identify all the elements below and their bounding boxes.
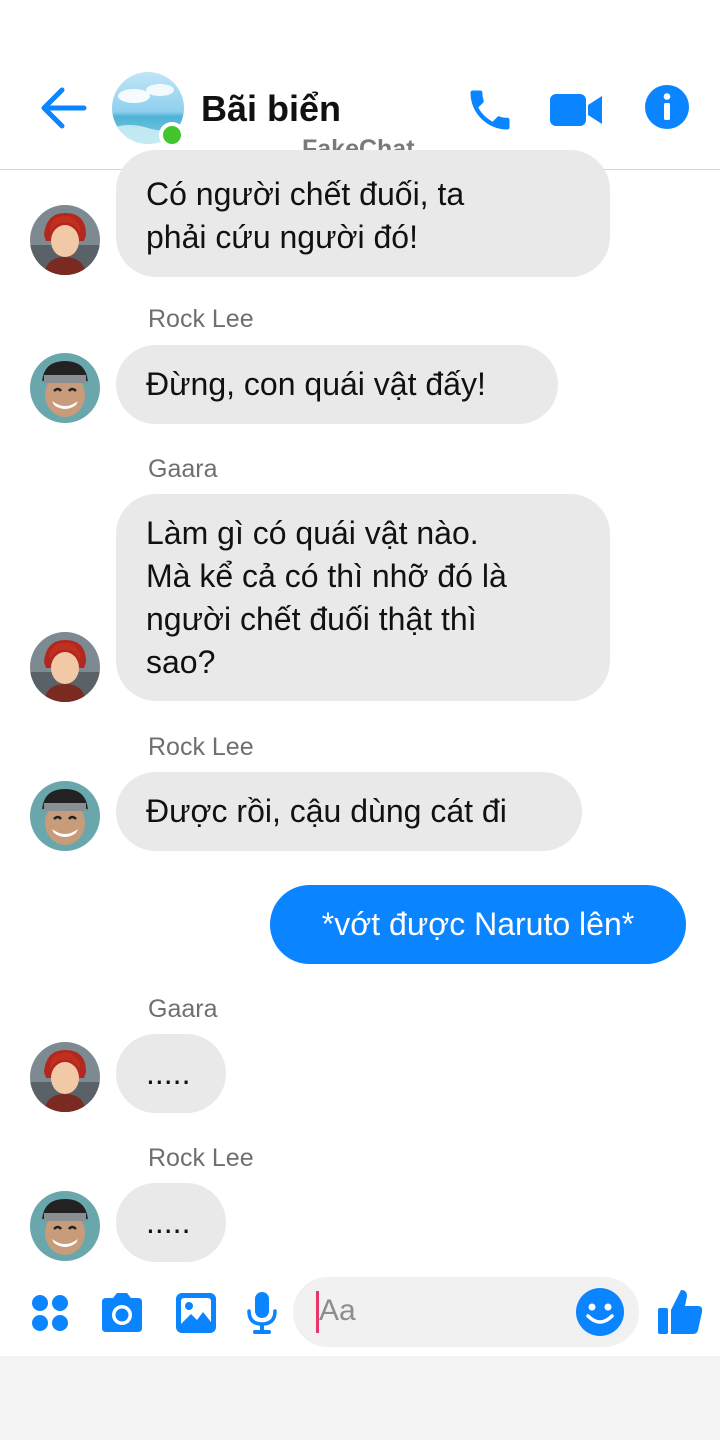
chat-title[interactable]: Bãi biển — [201, 88, 341, 130]
message-line: *vớt được Naruto lên* — [321, 906, 635, 942]
sender-name: Gaara — [148, 995, 218, 1023]
message-line: ..... — [146, 1204, 191, 1240]
rock-lee-avatar[interactable] — [30, 1191, 100, 1261]
message-bubble[interactable]: Được rồi, cậu dùng cát đi — [116, 772, 582, 851]
sender-name: Gaara — [148, 455, 218, 483]
emoji-icon[interactable] — [575, 1287, 625, 1337]
rock-lee-avatar[interactable] — [30, 781, 100, 851]
rock-lee-avatar[interactable] — [30, 353, 100, 423]
outgoing-message-bubble[interactable]: *vớt được Naruto lên* — [270, 885, 686, 964]
message-bubble[interactable]: ..... — [116, 1183, 226, 1262]
camera-icon[interactable] — [98, 1292, 146, 1334]
message-line: người chết đuối thật thì — [146, 601, 477, 637]
sender-name: Rock Lee — [148, 733, 254, 761]
gaara-avatar[interactable] — [30, 205, 100, 275]
message-line: Mà kể cả có thì nhỡ đó là — [146, 558, 507, 594]
online-status-dot — [159, 122, 185, 148]
gallery-icon[interactable] — [175, 1292, 217, 1334]
message-line: Được rồi, cậu dùng cát đi — [146, 793, 507, 829]
message-bubble[interactable]: Có người chết đuối, ta phải cứu người đó… — [116, 150, 610, 277]
apps-grid-icon[interactable] — [30, 1293, 70, 1333]
message-line: Làm gì có quái vật nào. — [146, 515, 479, 551]
sender-name: Rock Lee — [148, 305, 254, 333]
message-input-placeholder: Aa — [319, 1294, 356, 1327]
message-line: phải cứu người đó! — [146, 219, 418, 255]
message-line: ..... — [146, 1055, 191, 1091]
back-arrow-icon[interactable] — [38, 86, 88, 130]
message-bubble[interactable]: ..... — [116, 1034, 226, 1113]
chat-header: Bãi biển FakeChat — [0, 0, 720, 170]
message-bubble[interactable]: Làm gì có quái vật nào. Mà kể cả có thì … — [116, 494, 610, 701]
microphone-icon[interactable] — [246, 1290, 278, 1336]
message-line: sao? — [146, 644, 216, 680]
thumbs-up-icon[interactable] — [656, 1286, 704, 1336]
keyboard-area — [0, 1356, 720, 1440]
message-line: Đừng, con quái vật đấy! — [146, 366, 486, 402]
message-line: Có người chết đuối, ta — [146, 176, 465, 212]
video-camera-icon[interactable] — [548, 88, 604, 132]
phone-icon[interactable] — [464, 84, 516, 136]
info-icon[interactable] — [644, 84, 690, 130]
gaara-avatar[interactable] — [30, 632, 100, 702]
message-bubble[interactable]: Đừng, con quái vật đấy! — [116, 345, 558, 424]
gaara-avatar[interactable] — [30, 1042, 100, 1112]
sender-name: Rock Lee — [148, 1144, 254, 1172]
